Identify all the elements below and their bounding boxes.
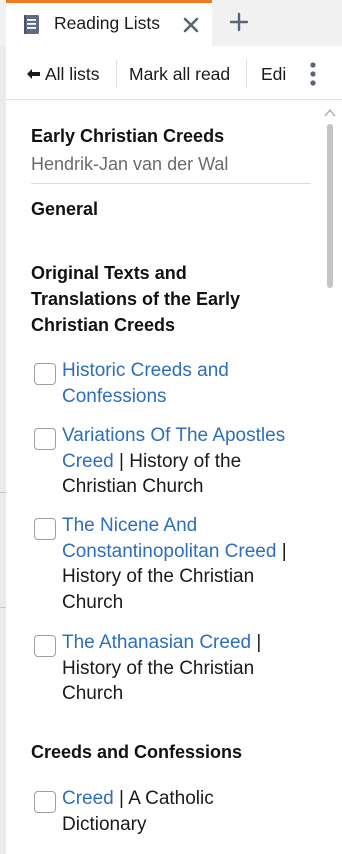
header-divider [31,183,311,184]
item-link[interactable]: Confessions [62,386,167,407]
reading-list-content: Early Christian Creeds Hendrik-Jan van d… [6,100,342,854]
item-checkbox[interactable] [34,363,56,385]
tab-reading-lists[interactable]: Reading Lists [6,0,212,46]
item-checkbox[interactable] [34,518,56,540]
item-source: Church [62,683,124,704]
close-icon[interactable] [181,15,201,35]
document-list-icon [24,15,39,34]
list-item: The Nicene And Constantinopolitan Creed … [62,513,287,615]
item-checkbox[interactable] [34,428,56,450]
add-tab-icon[interactable] [228,11,250,33]
back-arrow-icon [27,68,40,79]
item-link[interactable]: Constantinopolitan Creed [62,541,276,562]
section-title-original-texts: Original Texts and Translations of the E… [31,263,241,335]
tab-title: Reading Lists [54,13,161,33]
item-checkbox[interactable] [34,635,56,657]
edit-button[interactable]: Edi [261,64,286,85]
item-link[interactable]: The Athanasian Creed [62,632,251,653]
item-source: | [276,540,287,562]
list-item: Variations Of The Apostles Creed | Histo… [62,423,285,500]
item-source: | History of the [113,450,242,472]
item-source: Church [62,591,124,613]
list-item: The Athanasian Creed | History of the Ch… [62,630,261,707]
scroll-up-icon[interactable] [324,108,336,118]
all-lists-button[interactable]: All lists [26,64,99,85]
section-title-general: General [31,199,99,219]
mark-all-read-button[interactable]: Mark all read [129,64,230,85]
item-link[interactable]: Historic Creeds and [62,360,229,381]
toolbar-separator [246,60,247,88]
item-source: History of the Christian [62,657,255,679]
item-link[interactable]: The Nicene And [62,515,197,536]
item-source: | [251,632,262,653]
list-author: Hendrik-Jan van der Wal [31,154,229,174]
scrollbar-thumb[interactable] [327,124,333,288]
toolbar-separator [116,60,117,88]
item-link[interactable]: Creed [62,451,114,472]
list-title: Early Christian Creeds [31,126,225,146]
toolbar: All lists Mark all read Edi [6,46,342,100]
item-link[interactable]: Variations Of The Apostles [62,425,285,446]
item-checkbox[interactable] [34,791,56,813]
more-options-icon[interactable] [308,60,318,88]
section-title-creeds-and-confessions: Creeds and Confessions [31,742,243,762]
all-lists-label: All lists [45,64,100,84]
item-source: | A Catholic [113,788,214,809]
tab-bar: Reading Lists [0,0,342,46]
list-item: Historic Creeds and Confessions [62,358,229,409]
item-source: History of the Christian [62,566,255,587]
list-item: Creed | A Catholic Dictionary [62,786,214,837]
item-source: Dictionary [62,813,147,835]
item-link[interactable]: Creed [62,788,114,809]
item-source: Christian Church [62,476,204,497]
